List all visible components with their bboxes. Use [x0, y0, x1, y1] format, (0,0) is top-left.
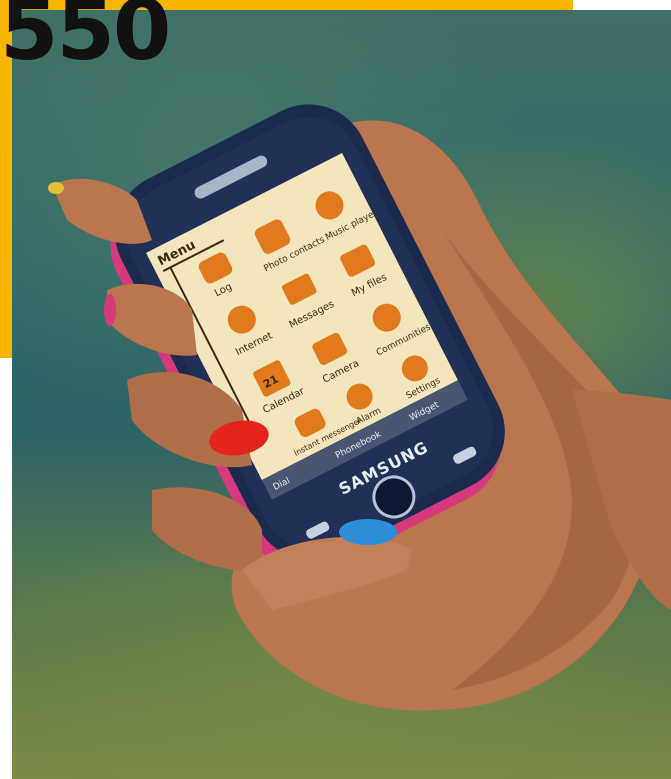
hand-holding-phone-illustration: Menu Log Photo contacts Music player Int…	[48, 104, 671, 711]
product-photo: Menu Log Photo contacts Music player Int…	[12, 10, 671, 779]
nail-pink	[104, 294, 116, 326]
model-number-heading: 550	[0, 0, 171, 79]
nail-blue	[339, 519, 397, 545]
nail-yellow	[48, 182, 64, 194]
